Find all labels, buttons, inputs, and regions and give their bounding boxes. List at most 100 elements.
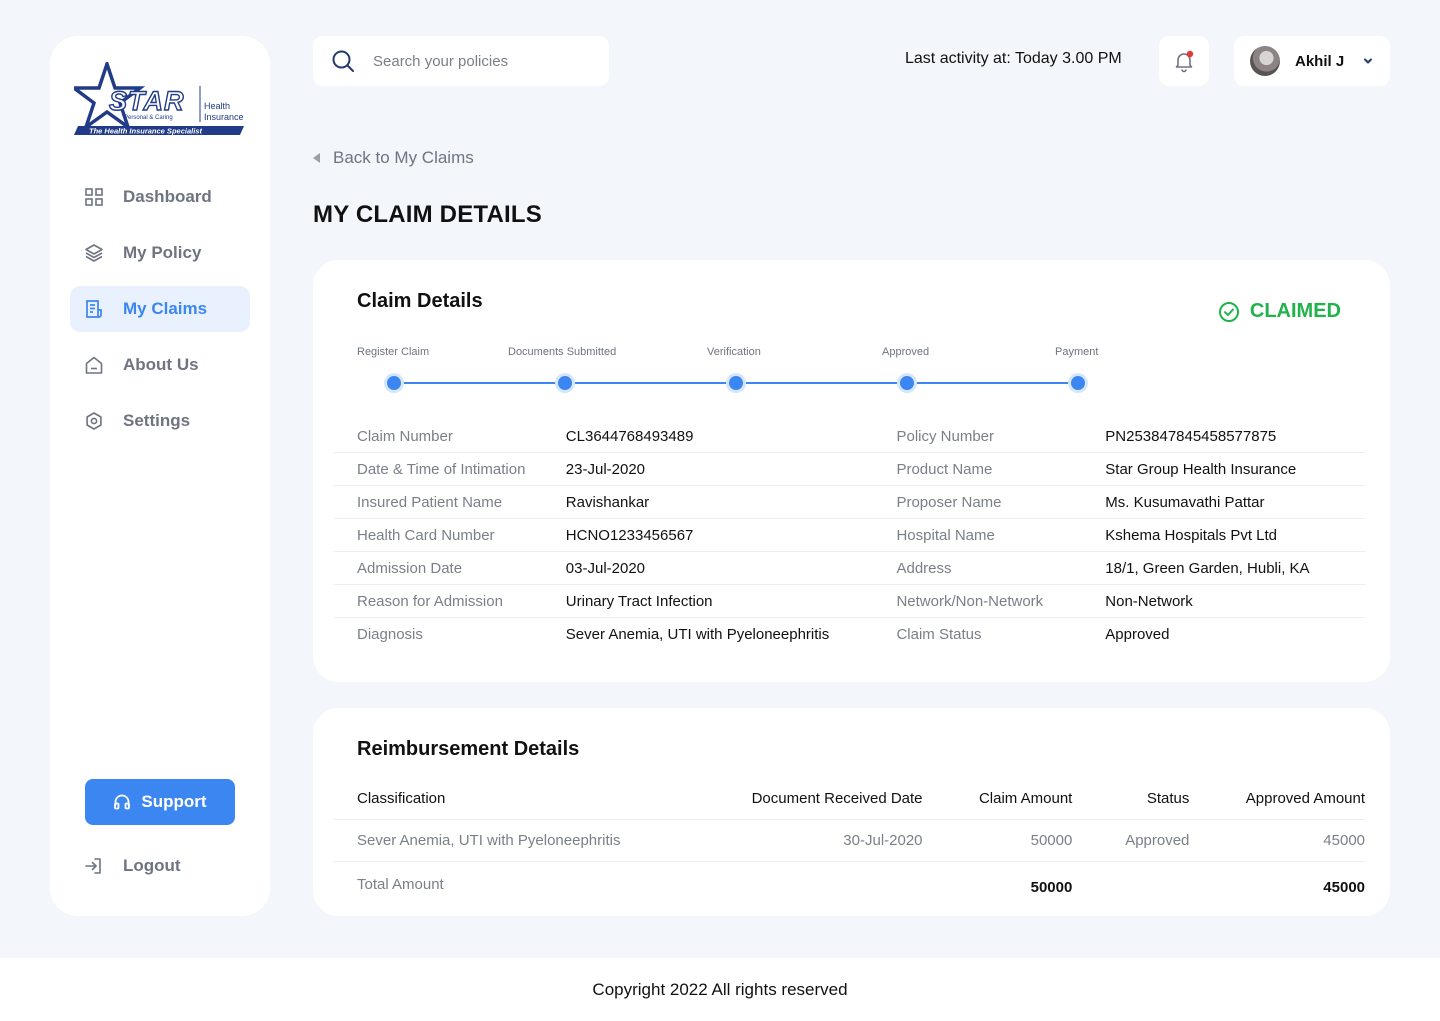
step-label-documents-submitted: Documents Submitted (508, 346, 617, 358)
detail-row: Health Card Number HCNO1233456567 Hospit… (333, 519, 1365, 552)
user-menu[interactable]: Akhil J (1234, 36, 1390, 86)
column-header: Document Received Date (751, 790, 923, 807)
detail-label: Address (896, 559, 952, 577)
sidebar-item-dashboard[interactable]: Dashboard (70, 174, 250, 220)
check-circle-icon (1218, 301, 1240, 323)
sidebar-item-my-claims[interactable]: My Claims (70, 286, 250, 332)
last-activity-text: Last activity at: Today 3.00 PM (905, 50, 1122, 67)
step-dot (387, 376, 401, 390)
detail-row: Claim Number CL3644768493489 Policy Numb… (333, 420, 1365, 453)
gear-icon (84, 411, 104, 431)
sidebar-item-about-us[interactable]: About Us (70, 342, 250, 388)
step-label-approved: Approved (882, 346, 930, 358)
step-label-register-claim: Register Claim (357, 346, 430, 358)
step-label-payment: Payment (1055, 346, 1099, 358)
logout-button[interactable]: Logout (84, 856, 181, 876)
step-dot (900, 376, 914, 390)
sidebar-item-label: Settings (123, 411, 191, 430)
total-label: Total Amount (357, 876, 444, 893)
detail-value: CL3644768493489 (565, 427, 694, 445)
sidebar-item-label: My Policy (123, 243, 202, 262)
detail-label: Claim Status (896, 626, 982, 643)
back-link[interactable]: Back to My Claims (313, 148, 474, 168)
table-header-row: Classification Document Received Date Cl… (333, 778, 1365, 820)
detail-value: Approved (1105, 626, 1170, 643)
detail-value: 23-Jul-2020 (565, 460, 646, 478)
detail-label: Reason for Admission (357, 592, 503, 610)
detail-label: Proposer Name (896, 493, 1002, 511)
step-dot (1071, 376, 1085, 390)
detail-row: Admission Date 03-Jul-2020 Address 18/1,… (333, 552, 1365, 585)
claim-details-title: Claim Details (357, 290, 483, 312)
home-icon (84, 355, 104, 375)
star-health-logo[interactable]: STAR Personal & Caring Health Insurance … (68, 58, 246, 138)
detail-label: Health Card Number (357, 526, 495, 544)
detail-row: Diagnosis Sever Anemia, UTI with Pyelone… (333, 618, 1365, 651)
sidebar-item-my-policy[interactable]: My Policy (70, 230, 250, 276)
detail-value: HCNO1233456567 (565, 526, 694, 544)
step-label-verification: Verification (707, 346, 761, 358)
status-label: CLAIMED (1249, 300, 1341, 322)
detail-row: Date & Time of Intimation 23-Jul-2020 Pr… (333, 453, 1365, 486)
detail-value: Kshema Hospitals Pvt Ltd (1105, 526, 1278, 544)
search-input[interactable] (373, 52, 593, 70)
column-header: Status (1146, 790, 1190, 807)
detail-value: Star Group Health Insurance (1105, 460, 1297, 478)
support-label: Support (141, 792, 207, 811)
chevron-down-icon (1362, 55, 1374, 67)
sidebar-item-label: About Us (123, 355, 199, 374)
total-row: Total Amount 50000 45000 (333, 862, 1365, 904)
status-cell: Approved (1125, 832, 1190, 849)
detail-label: Network/Non-Network (896, 592, 1044, 610)
detail-value: 03-Jul-2020 (565, 559, 646, 577)
column-header: Claim Amount (978, 790, 1073, 807)
reimbursement-table: Classification Document Received Date Cl… (333, 778, 1365, 904)
total-claim-amount: 50000 (1030, 878, 1073, 896)
notifications-button[interactable] (1159, 36, 1209, 86)
column-header: Approved Amount (1245, 790, 1366, 807)
detail-value: Ms. Kusumavathi Pattar (1105, 493, 1265, 511)
detail-label: Hospital Name (896, 526, 995, 544)
status-badge: CLAIMED (1218, 300, 1341, 323)
support-button[interactable]: Support (85, 779, 235, 825)
total-approved-amount: 45000 (1323, 878, 1366, 896)
approved-amount-cell: 45000 (1323, 832, 1366, 849)
detail-value: Non-Network (1105, 592, 1193, 610)
document-icon (84, 299, 104, 319)
claim-details-card: Claim Details CLAIMED Register Claim Doc… (313, 260, 1390, 682)
column-header: Classification (357, 790, 446, 807)
avatar (1250, 46, 1280, 76)
sidebar-nav: Dashboard My Policy My Claims About Us S… (70, 174, 250, 454)
detail-value: Urinary Tract Infection (565, 592, 713, 610)
claim-amount-cell: 50000 (1030, 832, 1073, 849)
sidebar: STAR Personal & Caring Health Insurance … (50, 36, 270, 916)
footer: Copyright 2022 All rights reserved (0, 958, 1440, 1021)
search-icon[interactable] (331, 49, 355, 73)
reimbursement-title: Reimbursement Details (357, 738, 580, 760)
detail-value: Ravishankar (565, 493, 650, 511)
detail-row: Reason for Admission Urinary Tract Infec… (333, 585, 1365, 618)
step-dot (729, 376, 743, 390)
bell-icon (1172, 49, 1196, 73)
detail-label: Product Name (896, 460, 993, 478)
copyright-text: Copyright 2022 All rights reserved (592, 979, 848, 999)
claim-details-table: Claim Number CL3644768493489 Policy Numb… (333, 420, 1365, 651)
detail-value: Sever Anemia, UTI with Pyeloneephritis (565, 626, 830, 643)
detail-label: Claim Number (357, 427, 453, 445)
detail-label: Diagnosis (357, 626, 423, 643)
svg-text:Insurance: Insurance (204, 112, 244, 122)
sidebar-item-settings[interactable]: Settings (70, 398, 250, 444)
detail-label: Date & Time of Intimation (357, 460, 526, 478)
headphones-icon (113, 793, 131, 811)
svg-text:Personal & Caring: Personal & Caring (124, 115, 173, 121)
classification-cell: Sever Anemia, UTI with Pyeloneephritis (357, 832, 621, 849)
table-row: Sever Anemia, UTI with Pyeloneephritis 3… (333, 820, 1365, 862)
svg-text:Health: Health (204, 101, 230, 111)
sidebar-item-label: My Claims (123, 299, 208, 318)
svg-text:STAR: STAR (109, 86, 185, 116)
detail-value: 18/1, Green Garden, Hubli, KA (1105, 559, 1310, 577)
page-title: MY CLAIM DETAILS (313, 201, 542, 228)
grid-icon (84, 187, 104, 207)
detail-label: Admission Date (357, 559, 463, 577)
step-dot (558, 376, 572, 390)
